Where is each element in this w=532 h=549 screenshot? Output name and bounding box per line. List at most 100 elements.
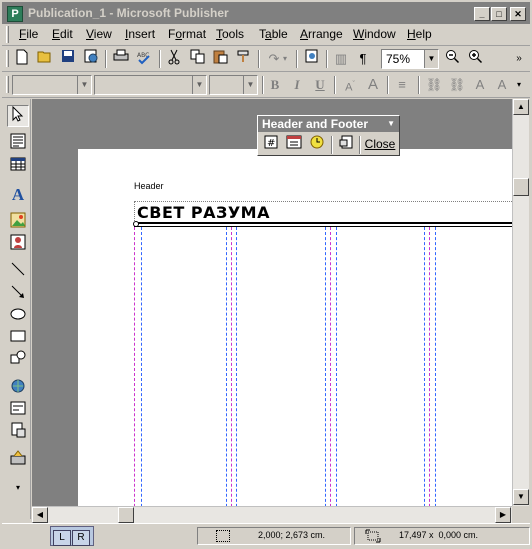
show-header-footer-icon[interactable] xyxy=(336,135,356,153)
decrease-font-icon[interactable]: Aˇ xyxy=(340,75,360,95)
toolbar-options-icon[interactable]: » xyxy=(512,49,526,69)
insert-table-icon[interactable] xyxy=(7,156,29,178)
font-dropdown-icon[interactable]: ▼ xyxy=(192,76,206,94)
picture-frame-icon[interactable] xyxy=(7,212,29,234)
header-text-box[interactable]: СВЕТ РАЗУМА xyxy=(134,201,512,223)
more-tools-icon[interactable]: ▾ xyxy=(7,477,29,499)
cut-icon[interactable] xyxy=(164,49,184,69)
select-objects-icon[interactable] xyxy=(7,105,29,127)
minimize-button[interactable]: _ xyxy=(474,7,490,21)
bring-to-front-icon[interactable] xyxy=(302,49,322,69)
publisher-app-icon[interactable]: P xyxy=(7,6,23,22)
redo-dropdown-icon[interactable]: ▾ xyxy=(280,49,290,69)
show-formatting-icon[interactable]: ¶ xyxy=(353,49,373,69)
toolbar-options-icon[interactable]: ▼ xyxy=(387,116,395,132)
vertical-scrollbar[interactable]: ▲ ▼ xyxy=(512,99,529,506)
font-size-combo[interactable]: ▼ xyxy=(209,75,258,95)
svg-text:#: # xyxy=(267,138,275,149)
toolbar-grip[interactable] xyxy=(6,50,9,67)
vertical-scroll-thumb[interactable] xyxy=(513,178,529,196)
next-text-box-icon[interactable]: A xyxy=(492,75,512,95)
zoom-combo[interactable]: 75% ▼ xyxy=(381,49,439,69)
copy-icon[interactable] xyxy=(187,49,207,69)
create-text-box-link-icon[interactable]: ⛓ xyxy=(424,75,444,95)
horizontal-scrollbar[interactable]: ◀ ▶ xyxy=(32,506,512,523)
page-tab-right[interactable]: R xyxy=(72,530,90,546)
menu-help[interactable]: Help xyxy=(407,27,432,41)
page-navigation[interactable]: L R xyxy=(50,526,94,546)
arrow-tool-icon[interactable] xyxy=(7,284,29,306)
break-link-icon[interactable]: ⛓ xyxy=(447,75,467,95)
column-guide xyxy=(336,227,337,506)
print-icon[interactable] xyxy=(111,49,131,69)
menu-window[interactable]: Window xyxy=(353,27,396,41)
style-dropdown-icon[interactable]: ▼ xyxy=(77,76,91,94)
standard-toolbar: ABC ↷ ▾ ▥ ¶ 75% ▼ » xyxy=(2,47,530,72)
menu-insert[interactable]: Insert xyxy=(125,27,155,41)
header-text[interactable]: СВЕТ РАЗУМА xyxy=(137,203,270,222)
menu-tools[interactable]: Tools xyxy=(216,27,244,41)
html-code-fragment-icon[interactable] xyxy=(7,422,29,444)
separator xyxy=(334,76,336,94)
bold-button[interactable]: B xyxy=(265,75,285,95)
increase-font-icon[interactable]: A xyxy=(363,75,383,95)
web-page-preview-icon[interactable] xyxy=(81,49,101,69)
menu-edit[interactable]: Edit xyxy=(52,27,73,41)
zoom-out-icon[interactable] xyxy=(442,49,462,69)
menu-view[interactable]: View xyxy=(86,27,112,41)
form-control-icon[interactable] xyxy=(7,400,29,422)
toolbar-options-icon[interactable]: ▾ xyxy=(512,75,526,95)
margin-guide xyxy=(429,227,430,506)
line-tool-icon[interactable] xyxy=(7,261,29,283)
separator xyxy=(262,76,264,94)
hot-spot-icon[interactable] xyxy=(7,378,29,400)
menu-table[interactable]: Table xyxy=(259,27,288,41)
insert-wordart-icon[interactable]: A xyxy=(7,184,29,206)
separator xyxy=(326,50,328,68)
menu-file[interactable]: File xyxy=(19,27,38,41)
rectangle-tool-icon[interactable] xyxy=(7,328,29,350)
paste-icon[interactable] xyxy=(210,49,230,69)
save-icon[interactable] xyxy=(58,49,78,69)
italic-button[interactable]: I xyxy=(287,75,307,95)
new-icon[interactable] xyxy=(12,49,32,69)
close-window-button[interactable]: ✕ xyxy=(510,7,526,21)
text-box-icon[interactable] xyxy=(7,133,29,155)
column-guide xyxy=(236,227,237,506)
menu-grip[interactable] xyxy=(6,26,9,43)
horizontal-scroll-thumb[interactable] xyxy=(118,507,134,523)
header-footer-toolbar-title[interactable]: Header and Footer ▼ xyxy=(258,116,399,132)
publication-page[interactable]: Header СВЕТ РАЗУМА xyxy=(78,149,512,506)
font-combo[interactable]: ▼ xyxy=(94,75,207,95)
menu-arrange[interactable]: Arrange xyxy=(300,27,343,41)
format-painter-icon[interactable] xyxy=(233,49,253,69)
insert-date-icon[interactable] xyxy=(284,135,304,153)
open-icon[interactable] xyxy=(35,49,55,69)
previous-text-box-icon[interactable]: A xyxy=(470,75,490,95)
zoom-dropdown-icon[interactable]: ▼ xyxy=(424,50,438,68)
style-combo[interactable]: ▼ xyxy=(12,75,92,95)
scroll-down-icon[interactable]: ▼ xyxy=(513,489,529,505)
maximize-button[interactable]: □ xyxy=(491,7,507,21)
scroll-up-icon[interactable]: ▲ xyxy=(513,99,529,115)
columns-icon[interactable]: ▥ xyxy=(331,49,351,69)
margin-guide xyxy=(134,227,135,506)
insert-time-icon[interactable] xyxy=(307,135,327,153)
scroll-left-icon[interactable]: ◀ xyxy=(32,507,48,523)
close-header-footer-button[interactable]: Close xyxy=(363,135,397,153)
menu-format[interactable]: Format xyxy=(168,27,206,41)
underline-button[interactable]: U xyxy=(310,75,330,95)
align-left-icon[interactable]: ≡ xyxy=(392,75,412,95)
zoom-in-icon[interactable] xyxy=(465,49,485,69)
font-size-dropdown-icon[interactable]: ▼ xyxy=(243,76,257,94)
publication-workspace[interactable]: Header СВЕТ РАЗУМА xyxy=(32,99,512,506)
insert-page-number-icon[interactable]: # xyxy=(261,135,281,153)
scroll-right-icon[interactable]: ▶ xyxy=(495,507,511,523)
toolbar-grip[interactable] xyxy=(6,76,9,93)
spelling-icon[interactable]: ABC xyxy=(134,49,154,69)
autoshapes-icon[interactable] xyxy=(7,350,29,372)
oval-tool-icon[interactable] xyxy=(7,306,29,328)
page-tab-left[interactable]: L xyxy=(53,530,71,546)
clip-art-icon[interactable] xyxy=(7,234,29,256)
design-gallery-object-icon[interactable] xyxy=(7,450,29,472)
